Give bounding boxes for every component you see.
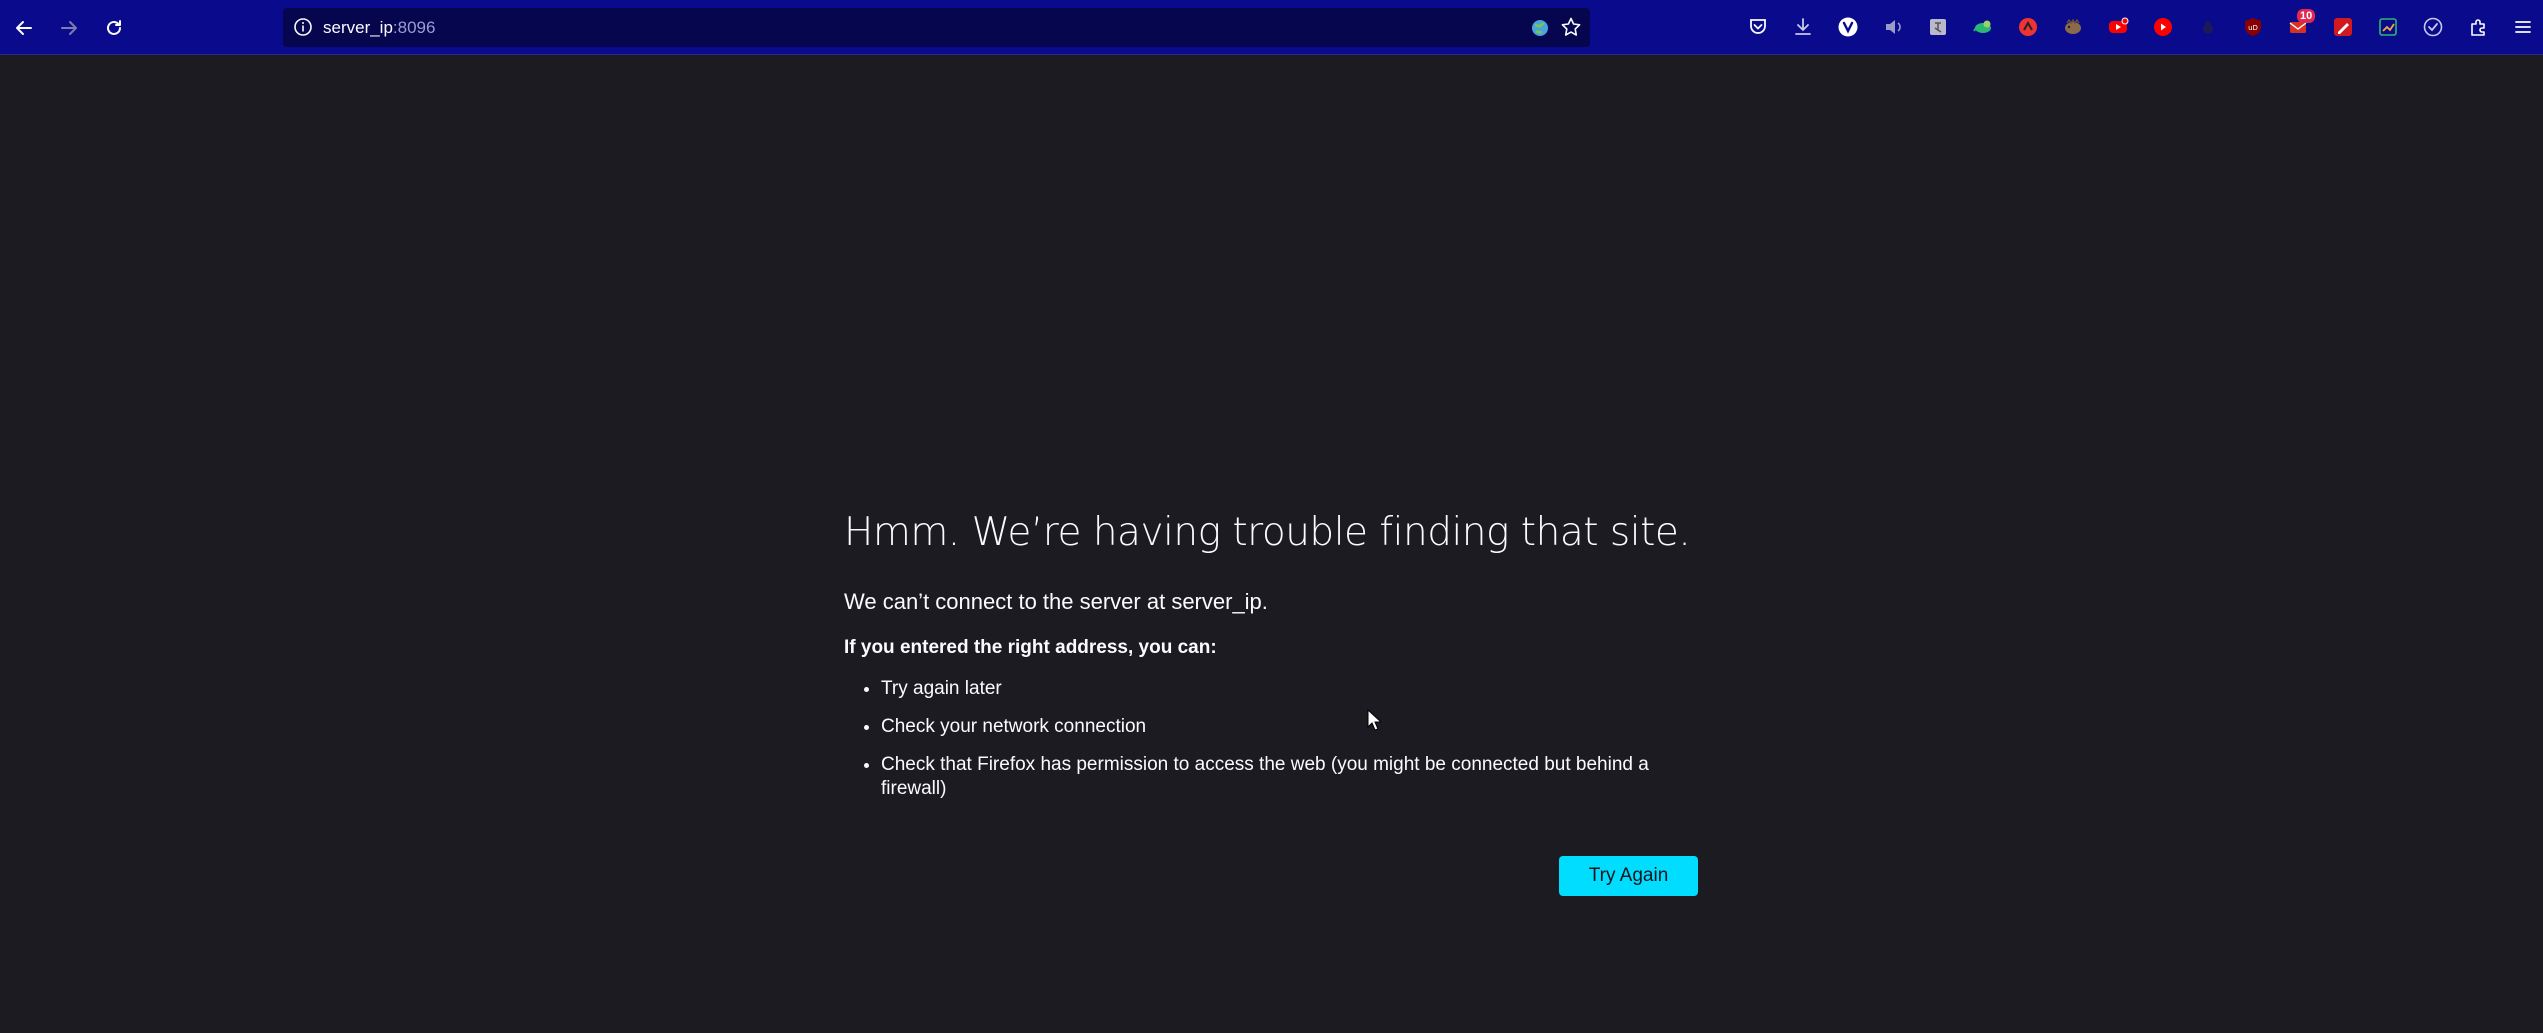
advice-list: Try again later Check your network conne… bbox=[844, 677, 1704, 801]
ublock-extension[interactable]: uD bbox=[2239, 13, 2267, 41]
try-again-button[interactable]: Try Again bbox=[1559, 856, 1698, 896]
mail-badge: 10 bbox=[2297, 9, 2316, 23]
error-page-container: Hmm. We’re having trouble finding that s… bbox=[844, 510, 1704, 815]
reload-button[interactable] bbox=[98, 12, 130, 44]
pen-extension[interactable] bbox=[2329, 13, 2357, 41]
arrow-right-icon bbox=[61, 21, 77, 35]
error-title: Hmm. We’re having trouble finding that s… bbox=[844, 510, 1691, 555]
translate-extension[interactable] bbox=[1924, 13, 1952, 41]
menu-icon bbox=[2515, 21, 2531, 33]
bird-icon bbox=[1973, 20, 1991, 33]
back-button[interactable] bbox=[8, 12, 40, 44]
bird-extension[interactable] bbox=[1969, 13, 1997, 41]
downloads-button[interactable] bbox=[1789, 13, 1817, 41]
advice-item: Check your network connection bbox=[881, 715, 1704, 739]
check-circle-icon bbox=[2423, 17, 2443, 37]
youtube-red-extension[interactable] bbox=[2104, 13, 2132, 41]
extensions-button[interactable] bbox=[2464, 13, 2492, 41]
mail-extension[interactable]: 10 bbox=[2284, 9, 2316, 41]
red-circle-icon bbox=[2019, 18, 2037, 36]
app-menu-button[interactable] bbox=[2509, 13, 2537, 41]
speaker-icon bbox=[1886, 20, 1901, 34]
pen-icon bbox=[2334, 18, 2352, 36]
url-port: :8096 bbox=[392, 18, 436, 37]
forward-button[interactable] bbox=[53, 12, 85, 44]
reload-icon bbox=[107, 20, 121, 35]
translate-icon bbox=[1930, 19, 1946, 35]
globe-icon[interactable] bbox=[1530, 18, 1550, 38]
chart-icon bbox=[2379, 18, 2397, 36]
pocket-button[interactable] bbox=[1744, 13, 1772, 41]
youtube-extension[interactable] bbox=[2149, 13, 2177, 41]
hedgehog-extension[interactable] bbox=[2059, 13, 2087, 41]
vivaldi-extension[interactable] bbox=[1834, 13, 1862, 41]
youtube-icon bbox=[2154, 18, 2172, 36]
dark-drop-icon bbox=[2203, 20, 2213, 34]
error-short-description: We can’t connect to the server at server… bbox=[844, 589, 1268, 614]
hedgehog-icon bbox=[2065, 18, 2081, 34]
url-host: server_ip bbox=[323, 18, 393, 37]
pocket-icon bbox=[1750, 19, 1766, 34]
youtube-red-icon bbox=[2109, 17, 2129, 33]
advice-item: Try again later bbox=[881, 677, 1704, 701]
extensions-puzzle-icon bbox=[2471, 19, 2485, 36]
svg-text:uD: uD bbox=[2248, 24, 2258, 32]
advice-item: Check that Firefox has permission to acc… bbox=[881, 753, 1704, 801]
vivaldi-v-icon bbox=[1838, 17, 1858, 37]
ublock-icon: uD bbox=[2245, 18, 2261, 36]
mouse-cursor-icon bbox=[1367, 709, 1381, 731]
browser-toolbar: server_ip:8096 uD 10 bbox=[0, 0, 2543, 55]
speaker-extension[interactable] bbox=[1879, 13, 1907, 41]
check-extension[interactable] bbox=[2419, 13, 2447, 41]
download-icon bbox=[1795, 18, 1811, 35]
red-circle-extension[interactable] bbox=[2014, 13, 2042, 41]
url-text[interactable]: server_ip:8096 bbox=[323, 18, 435, 38]
arrow-left-icon bbox=[16, 21, 32, 35]
advice-heading: If you entered the right address, you ca… bbox=[844, 637, 1217, 658]
dark-drop-extension[interactable] bbox=[2194, 13, 2222, 41]
chart-extension[interactable] bbox=[2374, 13, 2402, 41]
url-bar[interactable]: server_ip:8096 bbox=[283, 8, 1590, 47]
info-icon[interactable] bbox=[293, 17, 313, 37]
bookmark-star-icon[interactable] bbox=[1560, 16, 1582, 38]
